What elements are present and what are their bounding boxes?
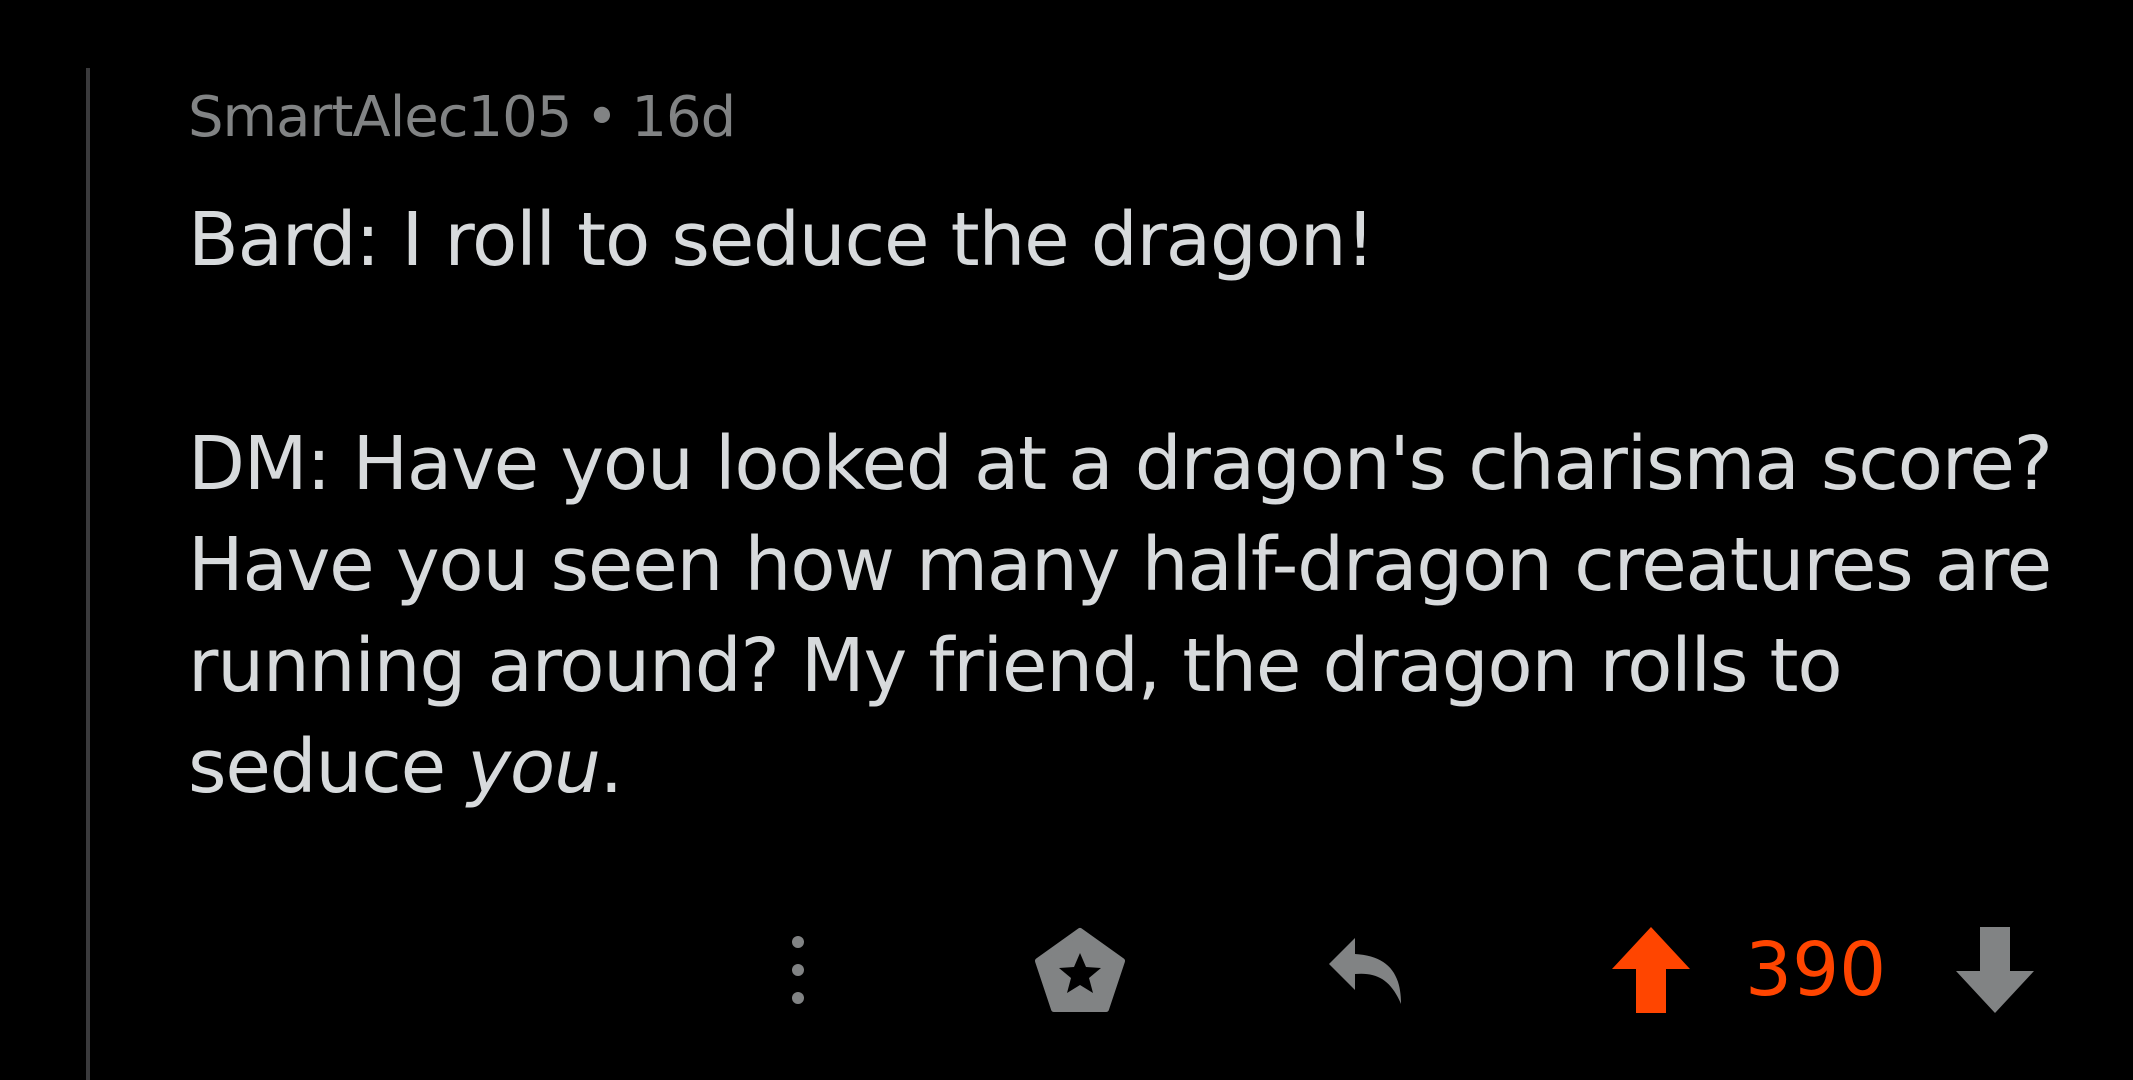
vote-score: 390 (1745, 927, 1887, 1013)
comment-age: 16d (631, 85, 736, 150)
paragraph-2-emphasis: you (467, 724, 601, 810)
downvote-icon (1956, 927, 2034, 1013)
paragraph-2-end: . (599, 724, 624, 810)
comment-actions: 390 (0, 925, 2133, 1015)
vertical-ellipsis-icon (792, 936, 804, 1004)
upvote-icon (1612, 927, 1690, 1013)
comment-meta: SmartAlec105 • 16d (188, 82, 736, 154)
comment-paragraph-2: DM: Have you looked at a dragon's charis… (188, 414, 2088, 818)
reply-icon (1329, 938, 1401, 1004)
comment-body: Bard: I roll to seduce the dragon! DM: H… (188, 190, 2088, 818)
comment-paragraph-1: Bard: I roll to seduce the dragon! (188, 197, 1375, 283)
award-icon (1035, 928, 1125, 1012)
comment: SmartAlec105 • 16d Bard: I roll to seduce … (0, 0, 2133, 1080)
author-name[interactable]: SmartAlec105 (188, 85, 572, 150)
more-options-button[interactable] (770, 925, 826, 1015)
award-button[interactable] (1030, 925, 1130, 1015)
downvote-button[interactable] (1950, 925, 2040, 1015)
meta-separator: • (585, 85, 618, 150)
reply-button[interactable] (1318, 925, 1418, 1015)
upvote-button[interactable] (1606, 925, 1696, 1015)
